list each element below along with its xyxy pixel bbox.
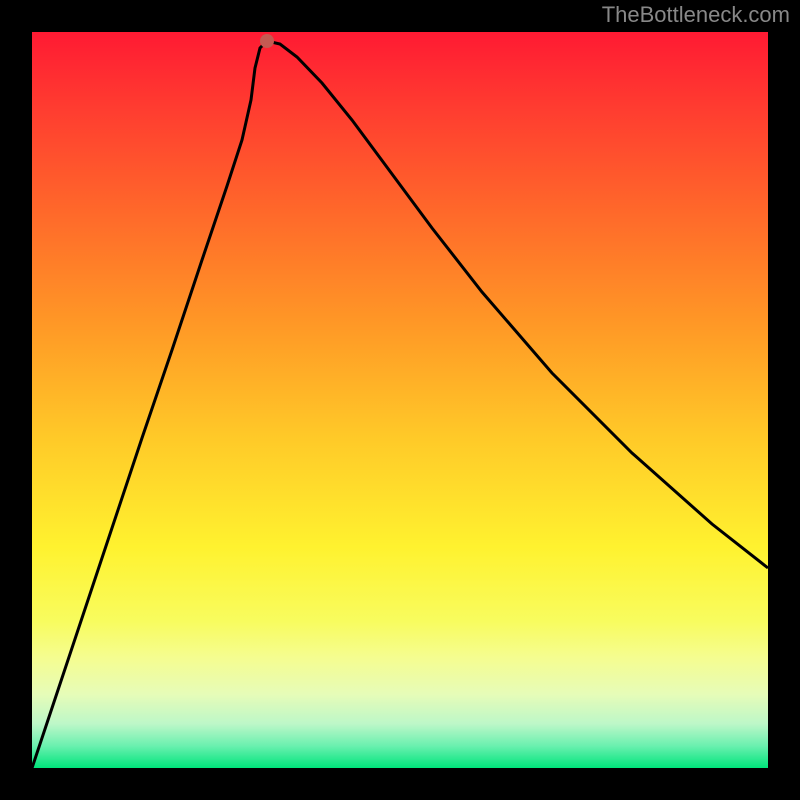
attribution-text: TheBottleneck.com [602, 2, 790, 28]
curve-svg [32, 32, 768, 768]
chart-root: TheBottleneck.com [0, 0, 800, 800]
bottleneck-curve-path [32, 41, 768, 768]
curve-min-marker [260, 34, 274, 48]
